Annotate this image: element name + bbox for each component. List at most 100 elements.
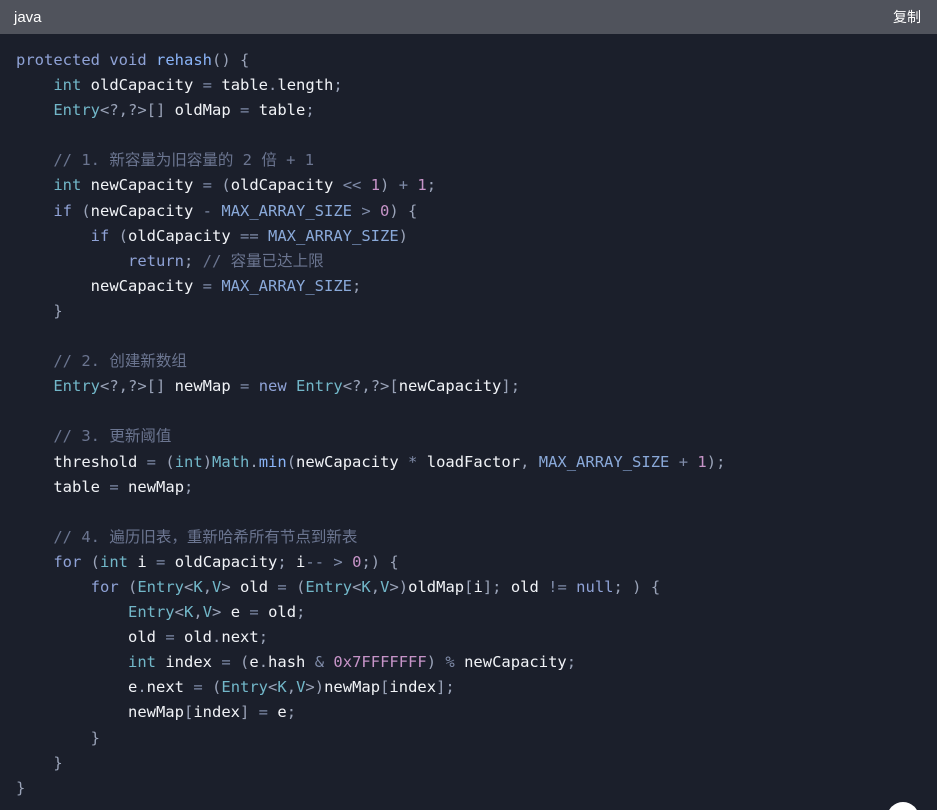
code-token: index <box>165 653 212 672</box>
code-token: index <box>193 703 240 722</box>
floating-action-button[interactable] <box>887 802 919 810</box>
code-line: // 3. 更新阈值 <box>16 424 937 449</box>
code-token: table <box>258 101 306 120</box>
code-line: newMap[index] = e; <box>16 700 937 725</box>
code-token: == <box>240 226 259 245</box>
code-line: } <box>16 751 937 776</box>
code-token: newMap <box>127 703 184 722</box>
code-token: ); <box>706 452 726 471</box>
code-token: if <box>53 201 72 220</box>
code-token: != <box>548 577 567 596</box>
code-token: for <box>53 552 82 571</box>
code-token: if <box>90 226 110 245</box>
copy-button[interactable]: 复制 <box>893 7 921 27</box>
code-token: newMap <box>174 377 231 396</box>
code-token: = <box>240 101 250 120</box>
code-token: = <box>258 703 269 722</box>
code-token: i <box>137 552 147 571</box>
code-token: < <box>184 577 194 596</box>
code-token: oldCapacity <box>174 552 278 571</box>
code-content: protected void rehash() { int oldCapacit… <box>0 34 937 801</box>
code-token: next <box>221 628 259 647</box>
code-token: Entry <box>53 101 100 120</box>
code-token: K <box>184 603 194 622</box>
code-token: ]; <box>436 678 455 697</box>
code-token: ) { <box>389 201 418 220</box>
code-token: // 2. 创建新数组 <box>53 352 187 371</box>
code-token: = <box>249 603 259 622</box>
code-line: for (Entry<K,V> old = (Entry<K,V>)oldMap… <box>16 575 937 600</box>
code-token: Entry <box>296 377 343 396</box>
code-token: 0x7FFFFFFF <box>333 653 427 672</box>
code-token: i <box>296 552 306 571</box>
code-line: int newCapacity = (oldCapacity << 1) + 1… <box>16 173 937 198</box>
code-token: - <box>202 201 213 220</box>
code-line: } <box>16 726 937 751</box>
code-token: for <box>90 577 119 596</box>
code-block-header: java 复制 <box>0 0 937 34</box>
code-token: Entry <box>305 577 353 596</box>
code-token: K <box>193 577 203 596</box>
code-token: ( <box>81 552 100 571</box>
code-token: = <box>202 176 213 195</box>
code-token: ; <box>296 603 306 622</box>
code-token: // 1. 新容量为旧容量的 2 倍 + 1 <box>53 151 315 170</box>
code-token: <?,?>[] <box>100 377 175 396</box>
code-token: = <box>221 653 231 672</box>
code-token: ( <box>286 577 306 596</box>
code-token: % <box>445 653 455 672</box>
code-token: void <box>109 51 147 69</box>
code-token: ]; <box>501 377 521 396</box>
code-token: old <box>127 628 156 647</box>
code-token: ( <box>156 452 175 471</box>
code-token: >) <box>389 577 409 596</box>
code-token: int <box>53 176 82 195</box>
code-token: . <box>137 678 147 697</box>
code-line: } <box>16 299 937 324</box>
code-token: newMap <box>324 678 381 697</box>
language-label: java <box>14 8 42 26</box>
code-token: -- <box>305 552 325 571</box>
code-token: } <box>16 778 26 797</box>
code-token: newCapacity <box>90 201 194 220</box>
code-token: . <box>258 653 269 672</box>
code-token: Entry <box>137 577 184 596</box>
code-token: = <box>193 678 203 697</box>
code-token: K <box>277 678 287 697</box>
code-token: = <box>165 628 175 647</box>
code-token: newCapacity <box>464 653 567 672</box>
code-token: 1 <box>370 176 381 195</box>
code-token: = <box>240 377 250 396</box>
code-line: } <box>16 776 937 801</box>
code-line: int index = (e.hash & 0x7FFFFFFF) % newC… <box>16 650 937 675</box>
code-token: ( <box>72 201 91 220</box>
code-token: , <box>202 577 213 596</box>
